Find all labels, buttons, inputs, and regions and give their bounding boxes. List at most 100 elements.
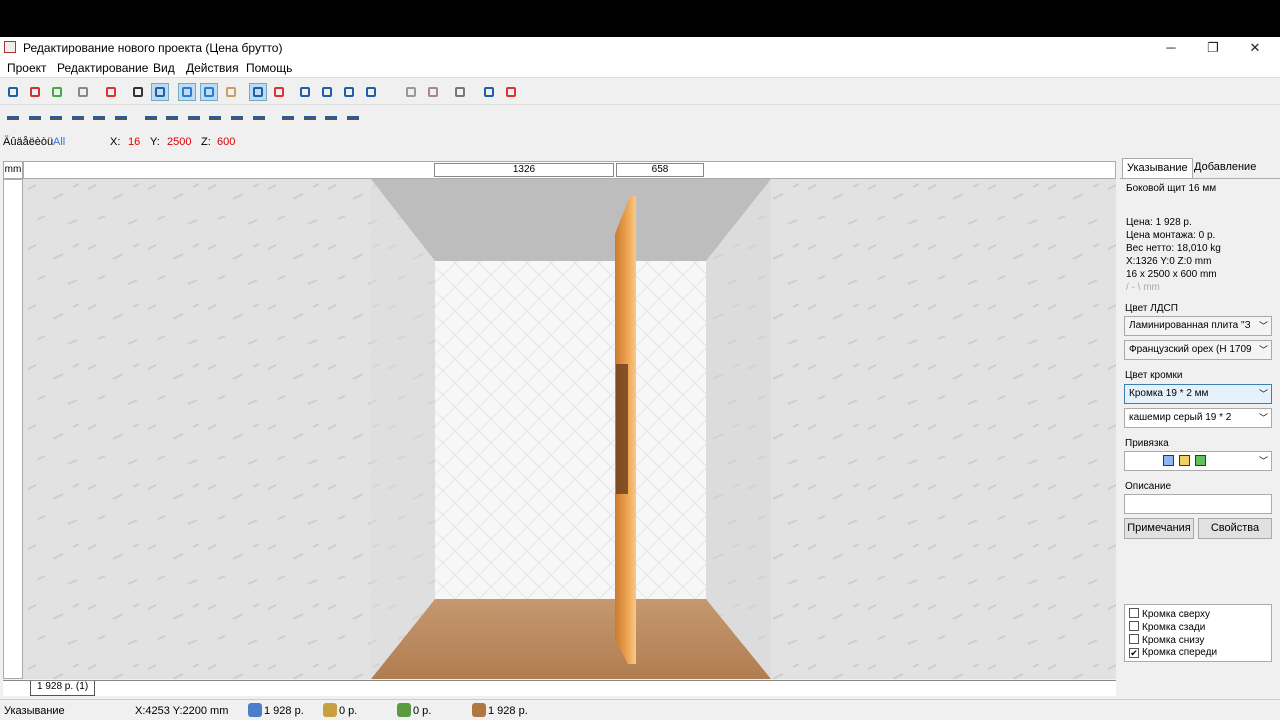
align-left-icon[interactable]: [5, 110, 21, 126]
description-label: Описание: [1125, 481, 1172, 492]
open-icon[interactable]: [27, 84, 43, 100]
distribute-v-icon[interactable]: [302, 110, 318, 126]
mirror-icon[interactable]: [113, 110, 129, 126]
weight-text: Вес нетто: 18,010 kg: [1126, 243, 1221, 254]
boxes-icon-glyph: [428, 87, 438, 97]
material-color-value: Французский орех (Н 1709: [1129, 344, 1252, 355]
move-down-icon-glyph: [209, 116, 222, 120]
move-up-icon[interactable]: [186, 110, 202, 126]
zoom-out-icon[interactable]: [319, 84, 335, 100]
paint-icon[interactable]: [251, 110, 267, 126]
material-color-select[interactable]: Французский орех (Н 1709 ﹀: [1124, 340, 1272, 360]
zoom-icon[interactable]: [363, 84, 379, 100]
edge-checkbox-label: Кромка спереди: [1142, 647, 1218, 658]
floor: [371, 599, 771, 679]
open-icon-glyph: [30, 87, 40, 97]
rotate-icon[interactable]: [91, 110, 107, 126]
print-icon-glyph: [78, 87, 88, 97]
copy-icon[interactable]: [229, 110, 245, 126]
grid-icon[interactable]: [178, 83, 196, 101]
material-type-select[interactable]: Ламинированная плита "З ﹀: [1124, 316, 1272, 336]
status-price-accessories: 0 р.: [413, 705, 432, 717]
3d-viewport[interactable]: [23, 179, 1116, 679]
edge-checkbox-label: Кромка сзади: [1142, 622, 1206, 633]
zoom-fit-icon[interactable]: [341, 84, 357, 100]
edge-checkbox-3[interactable]: ✔ Кромка спереди: [1129, 647, 1217, 658]
move-right-icon-glyph: [166, 116, 179, 120]
left-wall-shade: [371, 179, 435, 679]
align-bottom-icon-glyph: [71, 116, 84, 120]
close-button[interactable]: ✕: [1234, 37, 1276, 58]
panel-icon[interactable]: [223, 84, 239, 100]
zoom-icon-glyph: [366, 87, 376, 97]
align-top-icon[interactable]: [48, 110, 64, 126]
sphere-icon-glyph: [455, 87, 465, 97]
coin-icon: [323, 703, 337, 717]
cut-icon[interactable]: [271, 84, 287, 100]
frame-icon[interactable]: [200, 83, 218, 101]
corner-icon[interactable]: [249, 83, 267, 101]
edge-checkbox-label: Кромка снизу: [1142, 635, 1205, 646]
chevron-down-icon: ﹀: [1258, 321, 1268, 331]
align-right-icon[interactable]: [27, 110, 43, 126]
unchecked-box-icon[interactable]: [1129, 608, 1139, 618]
zoom-fit-icon-glyph: [344, 87, 354, 97]
menu-project[interactable]: Проект: [7, 61, 47, 75]
tab-add[interactable]: Добавление: [1190, 158, 1260, 178]
box-icon[interactable]: [403, 84, 419, 100]
align-bottom-icon[interactable]: [70, 110, 86, 126]
unchecked-box-icon[interactable]: [1129, 634, 1139, 644]
select-mode-value[interactable]: All: [53, 136, 65, 148]
mirror-icon-glyph: [115, 116, 127, 120]
tab-select[interactable]: Указывание: [1122, 158, 1193, 178]
wand-icon-glyph: [484, 87, 494, 97]
edge-checkbox-1[interactable]: Кромка сзади: [1129, 621, 1205, 633]
snap-select[interactable]: ﹀: [1124, 451, 1272, 471]
edge-color-value: кашемир серый 19 * 2: [1129, 412, 1232, 423]
edge-checkbox-0[interactable]: Кромка сверху: [1129, 608, 1210, 620]
save-icon[interactable]: [5, 84, 21, 100]
move-down-icon[interactable]: [207, 110, 223, 126]
edge-type-select[interactable]: Кромка 19 * 2 мм ﹀: [1124, 384, 1272, 404]
minimize-button[interactable]: ─: [1150, 37, 1192, 58]
properties-button[interactable]: Свойства: [1198, 518, 1272, 539]
menu-view[interactable]: Вид: [153, 61, 175, 75]
coordinate-bar: Äûäåëèòü All X: 16 Y: 2500 Z: 600: [0, 130, 1280, 154]
x-value[interactable]: 16: [128, 136, 140, 148]
sheet-tab[interactable]: 1 928 р. (1): [30, 681, 96, 696]
move-left-icon-glyph: [144, 116, 157, 120]
y-value[interactable]: 2500: [167, 136, 191, 148]
print-icon[interactable]: [75, 84, 91, 100]
edge-color-select[interactable]: кашемир серый 19 * 2 ﹀: [1124, 408, 1272, 428]
main-toolbar: [0, 79, 1280, 105]
move-left-icon[interactable]: [143, 110, 159, 126]
panel-icon-glyph: [226, 87, 236, 97]
notes-button[interactable]: Примечания: [1124, 518, 1194, 539]
view-2d-icon[interactable]: [130, 84, 146, 100]
eraser-icon-glyph: [506, 87, 516, 97]
z-value[interactable]: 600: [217, 136, 235, 148]
move-right-icon[interactable]: [164, 110, 180, 126]
zoom-in-icon[interactable]: [297, 84, 313, 100]
panel-shadow: [616, 364, 628, 494]
restore-button[interactable]: ❐: [1192, 37, 1234, 58]
sphere-icon[interactable]: [452, 84, 468, 100]
view-front-icon[interactable]: [151, 83, 169, 101]
description-input[interactable]: [1124, 494, 1272, 514]
eraser-icon[interactable]: [503, 84, 519, 100]
distribute-h-icon[interactable]: [280, 110, 296, 126]
checked-box-icon[interactable]: ✔: [1129, 648, 1139, 658]
space-v-icon[interactable]: [345, 110, 361, 126]
unchecked-box-icon[interactable]: [1129, 621, 1139, 631]
wand-icon[interactable]: [481, 84, 497, 100]
view-front-icon-glyph: [155, 87, 165, 97]
menu-actions[interactable]: Действия: [186, 61, 239, 75]
edge-checkbox-2[interactable]: Кромка снизу: [1129, 634, 1204, 646]
delete-icon[interactable]: [103, 84, 119, 100]
menu-edit[interactable]: Редактирование: [57, 61, 148, 75]
menu-bar: Проект Редактирование Вид Действия Помощ…: [0, 58, 1280, 78]
space-h-icon[interactable]: [323, 110, 339, 126]
boxes-icon[interactable]: [425, 84, 441, 100]
menu-help[interactable]: Помощь: [246, 61, 292, 75]
new-icon[interactable]: [49, 84, 65, 100]
